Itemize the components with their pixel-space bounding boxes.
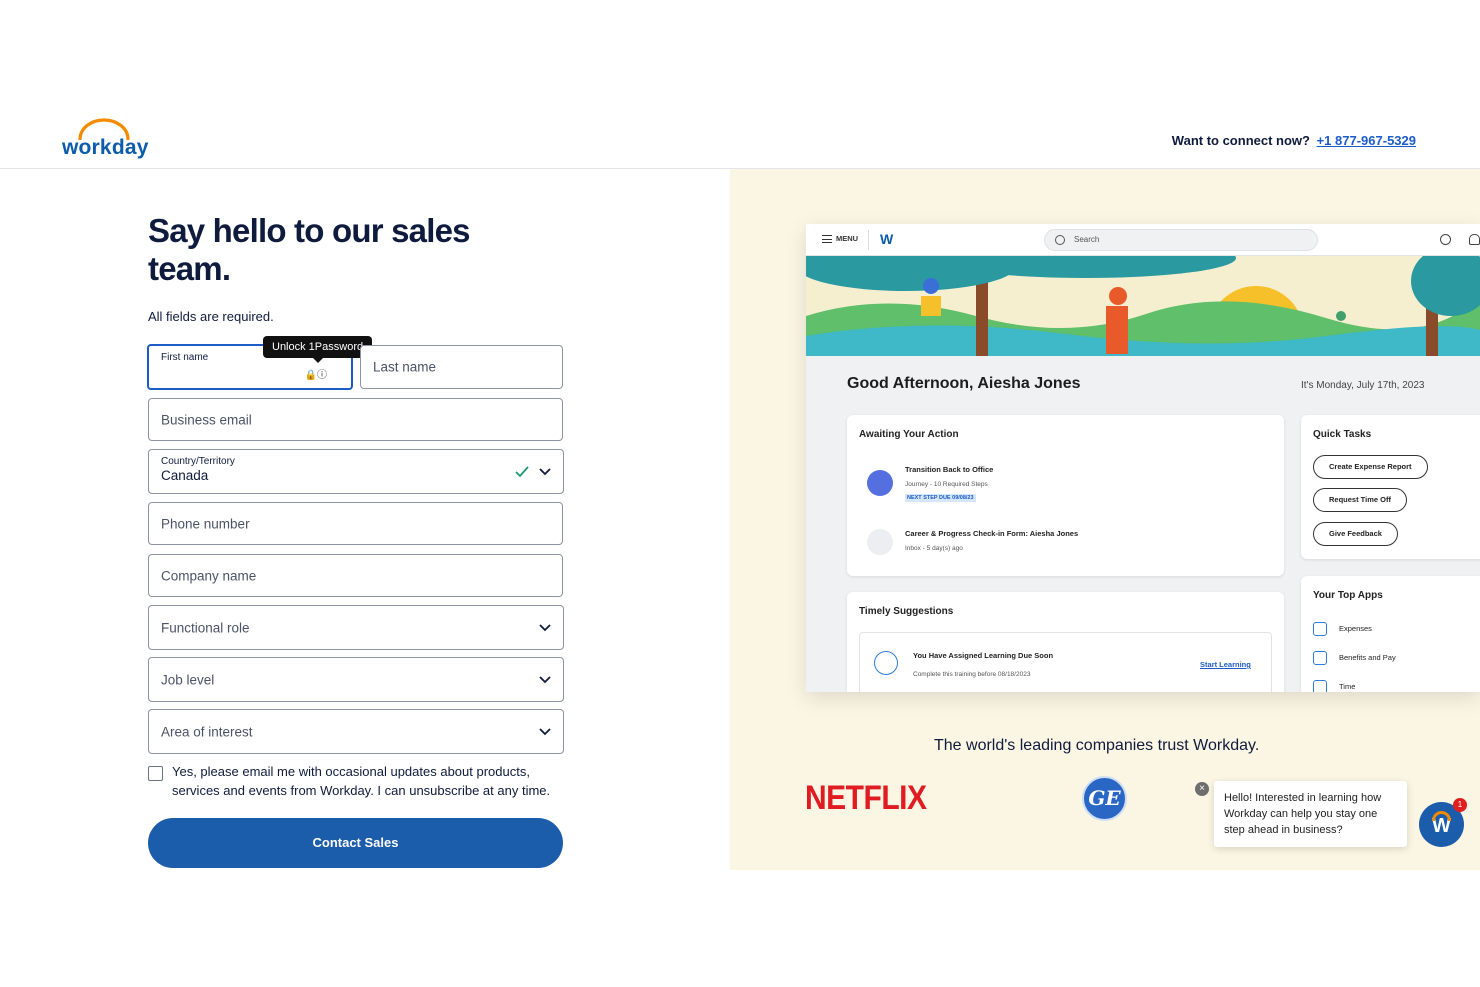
last-name-placeholder: Last name (373, 359, 437, 375)
netflix-logo: NETFLIX (805, 779, 927, 817)
expenses-icon (1313, 622, 1327, 636)
ge-logo: GE (1082, 776, 1127, 821)
search-icon (1055, 235, 1065, 245)
task-title: Career & Progress Check-in Form: Aiesha … (905, 529, 1079, 538)
phone-number-placeholder: Phone number (161, 516, 250, 531)
bell-icon (1469, 234, 1480, 245)
hamburger-icon (822, 235, 832, 244)
task-title: Transition Back to Office (905, 465, 994, 474)
suggestion-sub: Complete this training before 08/18/2023 (913, 671, 1031, 678)
suggestion-item: You Have Assigned Learning Due Soon Comp… (859, 632, 1272, 692)
business-email-placeholder: Business email (161, 412, 252, 427)
learning-icon (874, 651, 898, 675)
task-badge: NEXT STEP DUE 09/08/23 (905, 494, 976, 502)
company-name-field[interactable]: Company name (148, 554, 563, 597)
country-value: Canada (161, 468, 209, 483)
quick-task-button: Create Expense Report (1313, 455, 1428, 479)
top-apps-card: Your Top Apps Expenses Benefits and Pay … (1301, 576, 1480, 692)
chat-bubble-icon (1440, 234, 1451, 245)
suggestions-title: Timely Suggestions (859, 606, 954, 617)
chat-bubble[interactable]: Hello! Interested in learning how Workda… (1214, 781, 1407, 847)
contact-sales-button[interactable]: Contact Sales (148, 818, 563, 868)
required-note: All fields are required. (148, 309, 274, 324)
country-select[interactable]: Country/Territory Canada (148, 449, 564, 494)
app-preview: MENU W Search Good Afternoon, Aiesha Jon… (806, 224, 1480, 692)
first-name-label: First name (161, 352, 209, 363)
business-email-field[interactable]: Business email (148, 398, 563, 441)
app-item-benefits: Benefits and Pay (1313, 651, 1396, 665)
banner-illustration (806, 256, 1480, 356)
trust-text: The world's leading companies trust Work… (934, 737, 1260, 754)
area-of-interest-placeholder: Area of interest (161, 724, 253, 739)
onepassword-tooltip: Unlock 1Password (263, 336, 373, 363)
company-name-placeholder: Company name (161, 568, 257, 583)
app-item-expenses: Expenses (1313, 622, 1372, 636)
quick-task-button: Give Feedback (1313, 522, 1398, 546)
connect-prompt: Want to connect now? +1 877-967-5329 (1172, 133, 1416, 148)
page-title: Say hello to our sales team. (148, 212, 470, 287)
chat-close-button[interactable]: × (1195, 782, 1209, 796)
onepassword-icon[interactable]: 🔒ⓘ (305, 366, 327, 381)
start-learning-link: Start Learning (1200, 660, 1251, 669)
chevron-down-icon (539, 675, 551, 683)
clock-icon (1313, 680, 1327, 692)
awaiting-card: Awaiting Your Action Transition Back to … (847, 415, 1284, 576)
task-sub: Journey - 10 Required Steps (905, 481, 988, 488)
connect-label: Want to connect now? (1171, 133, 1310, 148)
consent-text: Yes, please email me with occasional upd… (172, 764, 551, 798)
logo-arc-icon (1432, 811, 1451, 821)
awaiting-title: Awaiting Your Action (859, 429, 959, 440)
job-level-select[interactable]: Job level (148, 657, 564, 702)
task-sub: Inbox - 5 day(s) ago (905, 545, 963, 552)
location-pin-icon (867, 470, 893, 496)
chat-notification-badge: 1 (1453, 798, 1467, 812)
greeting: Good Afternoon, Aiesha Jones (847, 375, 1081, 392)
functional-role-select[interactable]: Functional role (148, 605, 564, 650)
chevron-down-icon (539, 467, 551, 475)
phone-number-field[interactable]: Phone number (148, 502, 563, 545)
country-label: Country/Territory (161, 456, 235, 467)
app-logo: W (880, 231, 894, 247)
current-date: It's Monday, July 17th, 2023 (1301, 380, 1425, 391)
app-search-placeholder: Search (1074, 235, 1100, 244)
phone-link[interactable]: +1 877-967-5329 (1317, 133, 1416, 148)
shield-icon (1313, 651, 1327, 665)
logo-text: workday (62, 136, 149, 159)
chevron-down-icon (539, 623, 551, 631)
app-search: Search (1044, 229, 1318, 251)
job-level-placeholder: Job level (161, 672, 215, 687)
page: workday Want to connect now? +1 877-967-… (0, 0, 1480, 987)
last-name-field[interactable]: Last name (360, 345, 563, 389)
suggestions-card: Timely Suggestions You Have Assigned Lea… (847, 592, 1284, 692)
top-apps-title: Your Top Apps (1313, 590, 1383, 601)
functional-role-placeholder: Functional role (161, 620, 250, 635)
quick-tasks-title: Quick Tasks (1313, 429, 1372, 440)
app-menu: MENU (822, 234, 858, 244)
quick-task-button: Request Time Off (1313, 488, 1407, 512)
suggestion-title: You Have Assigned Learning Due Soon (913, 651, 1054, 660)
app-topbar: MENU W Search (806, 224, 1480, 256)
area-of-interest-select[interactable]: Area of interest (148, 709, 564, 754)
inbox-icon (867, 529, 893, 555)
site-header: workday Want to connect now? +1 877-967-… (0, 0, 1480, 169)
valid-check-icon (515, 465, 529, 477)
chevron-down-icon (539, 727, 551, 735)
workday-logo[interactable]: workday (62, 118, 149, 162)
app-item-time: Time (1313, 680, 1355, 692)
consent-checkbox[interactable] (148, 766, 163, 781)
quick-tasks-card: Quick Tasks Create Expense Report Reques… (1301, 415, 1480, 559)
